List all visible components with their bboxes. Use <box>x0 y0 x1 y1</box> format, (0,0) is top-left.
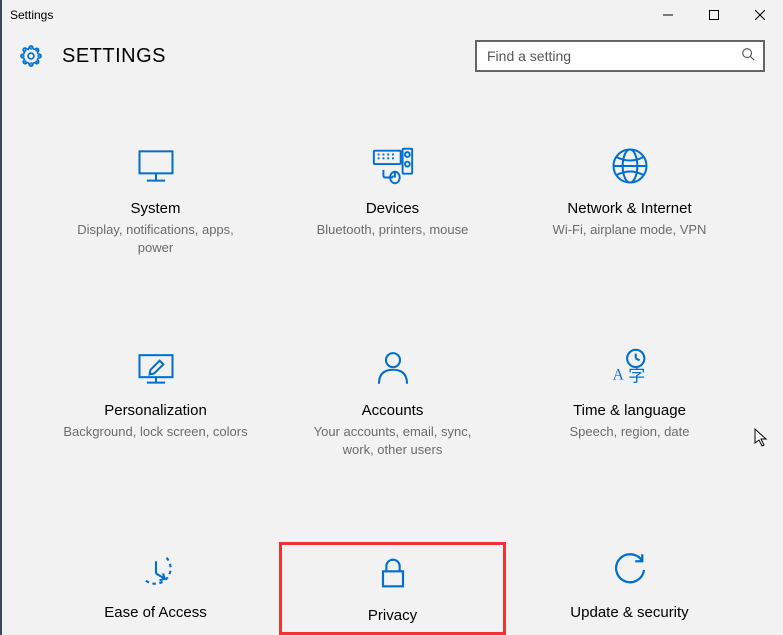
tile-title: Privacy <box>288 607 497 624</box>
window-title: Settings <box>10 8 645 22</box>
tile-title: System <box>48 200 263 217</box>
tile-title: Personalization <box>48 402 263 419</box>
tile-sub: Bluetooth, printers, mouse <box>285 221 500 239</box>
titlebar: Settings <box>2 0 783 30</box>
search-icon <box>741 47 755 66</box>
tile-sub: Background, lock screen, colors <box>48 423 263 441</box>
time-language-icon: A 字 <box>522 344 737 392</box>
tile-sub: Your accounts, email, sync, work, other … <box>285 423 500 458</box>
tile-title: Update & security <box>522 604 737 621</box>
header: SETTINGS <box>2 30 783 88</box>
person-icon <box>285 344 500 392</box>
globe-icon <box>522 142 737 190</box>
tile-title: Devices <box>285 200 500 217</box>
tile-personalization[interactable]: Personalization Background, lock screen,… <box>42 340 269 462</box>
svg-text:字: 字 <box>628 366 645 386</box>
settings-grid: System Display, notifications, apps, pow… <box>2 88 783 635</box>
tile-title: Time & language <box>522 402 737 419</box>
tile-privacy[interactable]: Privacy <box>279 542 506 635</box>
ease-of-access-icon <box>48 546 263 594</box>
tile-ease-of-access[interactable]: Ease of Access <box>42 542 269 635</box>
update-icon <box>522 546 737 594</box>
tile-network[interactable]: Network & Internet Wi-Fi, airplane mode,… <box>516 138 743 260</box>
tile-title: Network & Internet <box>522 200 737 217</box>
personalization-icon <box>48 344 263 392</box>
display-icon <box>48 142 263 190</box>
tile-sub: Wi-Fi, airplane mode, VPN <box>522 221 737 239</box>
close-button[interactable] <box>737 0 783 30</box>
svg-text:A: A <box>612 367 623 384</box>
window-controls <box>645 0 783 30</box>
gear-icon <box>20 45 42 67</box>
tile-devices[interactable]: Devices Bluetooth, printers, mouse <box>279 138 506 260</box>
tile-title: Ease of Access <box>48 604 263 621</box>
tile-accounts[interactable]: Accounts Your accounts, email, sync, wor… <box>279 340 506 462</box>
maximize-button[interactable] <box>691 0 737 30</box>
lock-icon <box>288 549 497 597</box>
tile-update-security[interactable]: Update & security <box>516 542 743 635</box>
tile-title: Accounts <box>285 402 500 419</box>
tile-time-language[interactable]: A 字 Time & language Speech, region, date <box>516 340 743 462</box>
devices-icon <box>285 142 500 190</box>
search-box[interactable] <box>475 40 765 72</box>
tile-system[interactable]: System Display, notifications, apps, pow… <box>42 138 269 260</box>
minimize-button[interactable] <box>645 0 691 30</box>
page-title: SETTINGS <box>62 45 166 68</box>
tile-sub: Display, notifications, apps, power <box>48 221 263 256</box>
tile-sub: Speech, region, date <box>522 423 737 441</box>
search-input[interactable] <box>487 48 741 64</box>
